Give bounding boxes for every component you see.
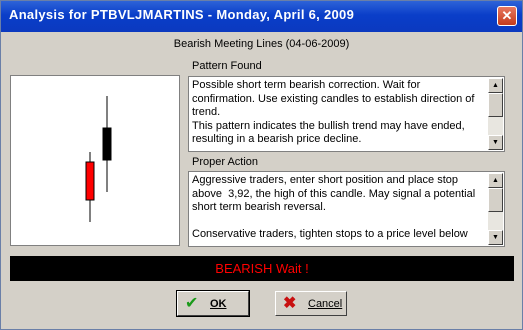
action-text-area[interactable]: Aggressive traders, enter short position… [188,171,505,247]
pattern-subtitle: Bearish Meeting Lines (04-06-2009) [173,38,350,50]
cancel-button[interactable]: ✖ Cancel [275,291,347,316]
action-text: Aggressive traders, enter short position… [192,174,476,240]
close-icon[interactable]: ✕ [497,6,517,26]
candlestick-chart [10,75,180,246]
pattern-text-area[interactable]: Possible short term bearish correction. … [188,76,505,152]
candle-1-body [85,161,95,201]
scroll-thumb[interactable] [488,188,503,212]
ok-label: OK [210,298,227,310]
candle-2-body [102,127,112,161]
cancel-x-icon: ✖ [283,295,297,312]
scroll-thumb[interactable] [488,93,503,117]
action-scrollbar[interactable]: ▲ ▼ [488,173,503,245]
cancel-label: Cancel [308,298,343,310]
scroll-up-icon[interactable]: ▲ [488,173,503,188]
window-title: Analysis for PTBVLJMARTINS - Monday, Apr… [9,7,355,22]
title-bar[interactable]: Analysis for PTBVLJMARTINS - Monday, Apr… [1,1,522,32]
checkmark-icon: ✔ [185,295,199,312]
dialog-window: Analysis for PTBVLJMARTINS - Monday, Apr… [0,0,523,330]
scroll-up-icon[interactable]: ▲ [488,78,503,93]
pattern-scrollbar[interactable]: ▲ ▼ [488,78,503,150]
pattern-found-label: Pattern Found [192,60,262,72]
pattern-text: Possible short term bearish correction. … [192,79,475,145]
candlestick-svg [85,96,112,222]
scroll-down-icon[interactable]: ▼ [488,230,503,245]
scroll-down-icon[interactable]: ▼ [488,135,503,150]
status-banner: BEARISH Wait ! [10,256,514,281]
proper-action-label: Proper Action [192,156,259,168]
ok-button[interactable]: ✔ OK [176,290,250,317]
